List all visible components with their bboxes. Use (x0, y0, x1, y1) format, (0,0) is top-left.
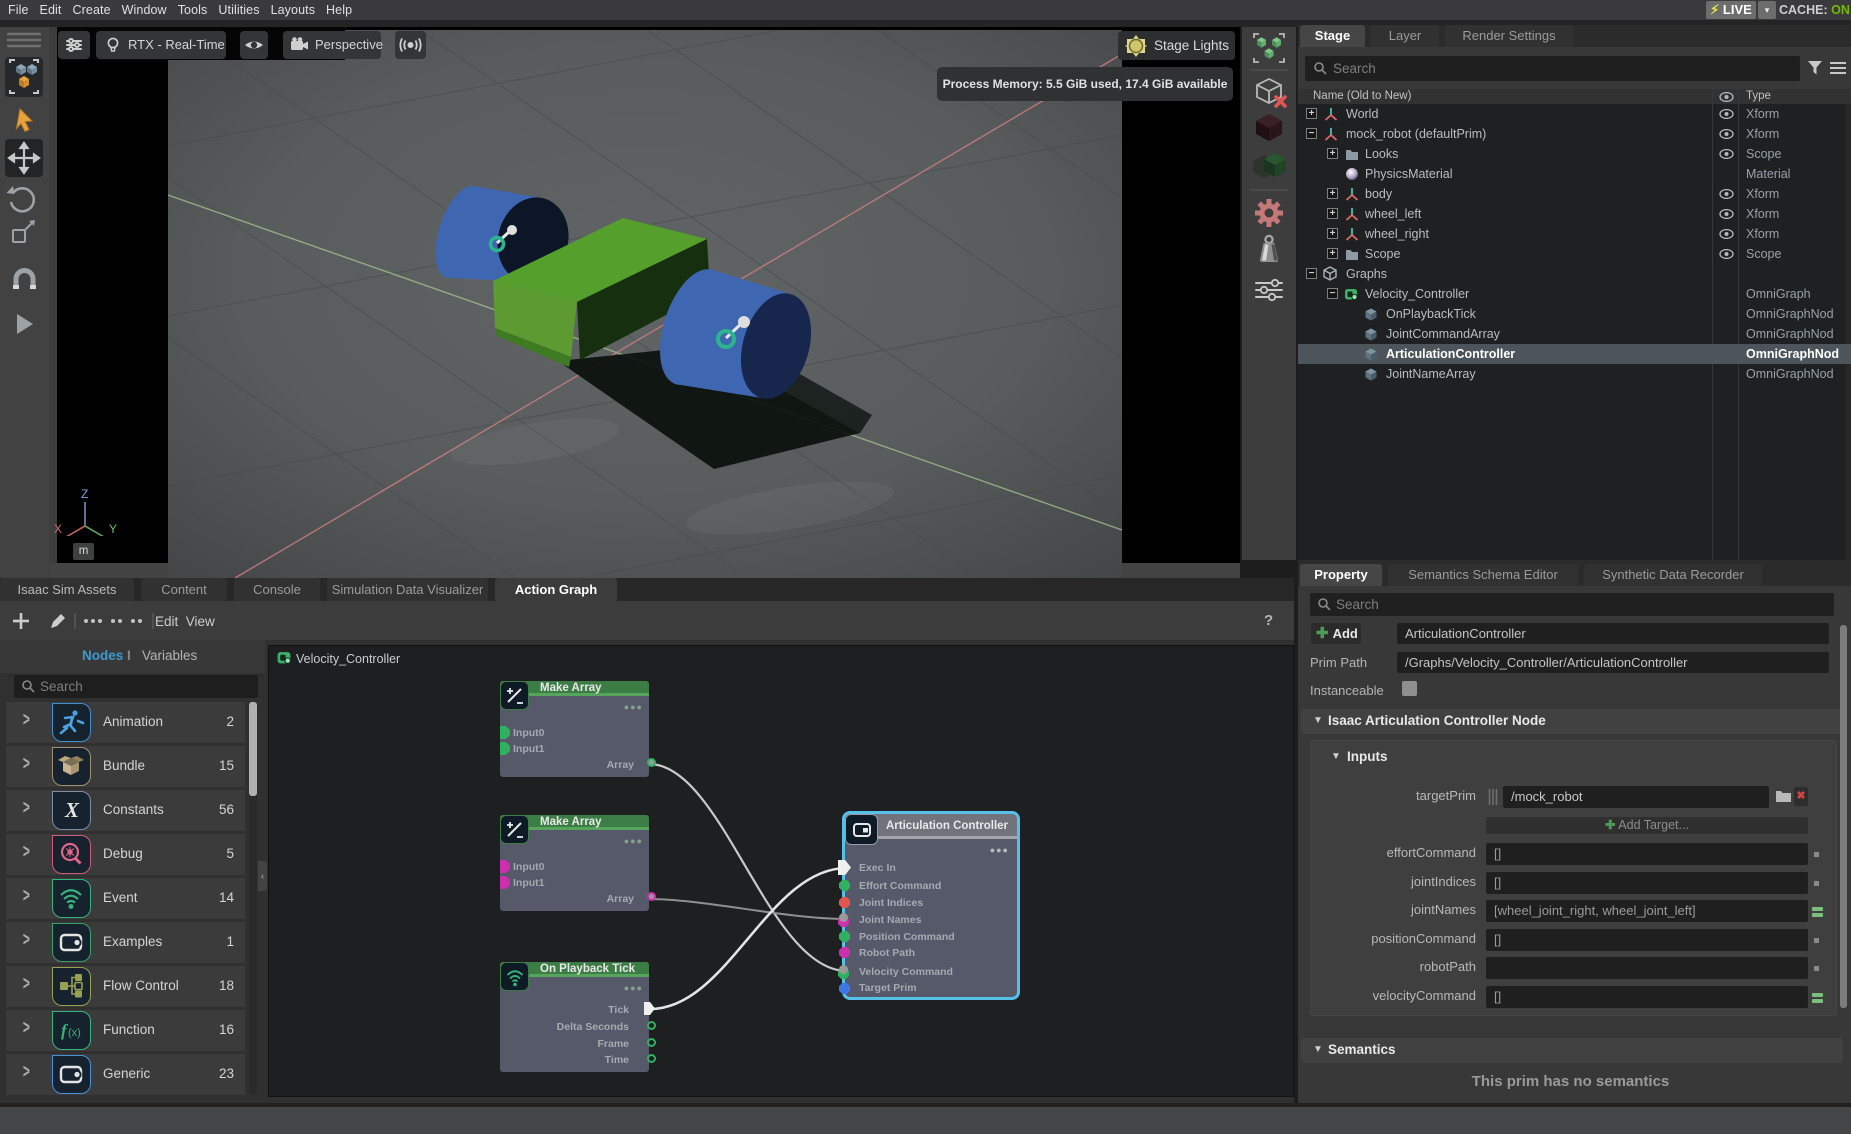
svg-text:Z: Z (81, 487, 88, 501)
svg-text:Y: Y (109, 522, 117, 536)
svg-text:X: X (54, 522, 62, 536)
